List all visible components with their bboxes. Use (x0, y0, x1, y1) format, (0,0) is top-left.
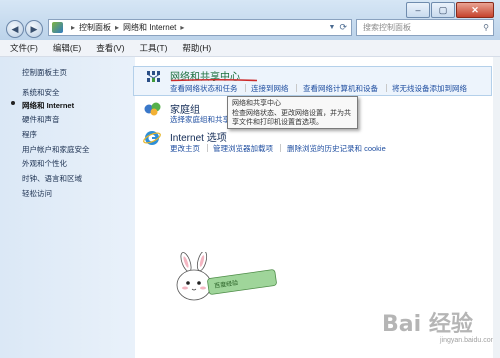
link-divider (207, 144, 208, 152)
menu-edit[interactable]: 编辑(E) (43, 42, 86, 54)
link-divider (386, 84, 387, 92)
breadcrumb-separator: ▸ (180, 23, 185, 32)
maximize-button[interactable]: ▢ (431, 2, 455, 18)
link-divider (280, 144, 281, 152)
breadcrumb-item-control-panel[interactable]: 控制面板 (79, 22, 111, 33)
sidebar-item-programs[interactable]: 程序 (22, 129, 37, 140)
sidebar-item-network-internet: 网络和 Internet (22, 101, 75, 110)
highlight-underline (170, 78, 258, 82)
link-delete-history[interactable]: 删除浏览的历史记录和 cookie (287, 143, 386, 154)
refresh-icon[interactable]: ⟳ (339, 22, 347, 33)
search-placeholder: 搜索控制面板 (363, 23, 411, 32)
baidu-watermark-url: jingyan.baidu.com (440, 337, 497, 344)
active-bullet-icon (11, 101, 15, 105)
breadcrumb-item-network-internet[interactable]: 网络和 Internet (123, 22, 176, 33)
rabbit-mascot-icon: 百度经验 (176, 252, 277, 301)
internet-explorer-icon (143, 131, 161, 145)
link-connect-network[interactable]: 连接到网络 (251, 83, 289, 94)
address-dropdown-icon[interactable]: ▼ (329, 24, 336, 31)
baidu-watermark: Bai 经验 (382, 312, 473, 337)
sidebar-item-ease-of-access[interactable]: 轻松访问 (22, 188, 52, 199)
title-bar: – ▢ ✕ ◀ ▶ ▸ 控制面板 ▸ 网络和 Internet ▸ ▼ ⟳ 搜索… (0, 0, 500, 40)
sidebar-item-system-security[interactable]: 系统和安全 (22, 87, 60, 98)
breadcrumb-separator: ▸ (71, 23, 76, 32)
tooltip-body: 检查网络状态、更改网络设置，并为共享文件和打印机设置首选项。 (232, 109, 351, 127)
link-change-homepage[interactable]: 更改主页 (170, 143, 200, 154)
link-view-network-status[interactable]: 查看网络状态和任务 (170, 83, 238, 94)
category-internet-title[interactable]: Internet 选项 (170, 129, 227, 144)
control-panel-window: – ▢ ✕ ◀ ▶ ▸ 控制面板 ▸ 网络和 Internet ▸ ▼ ⟳ 搜索… (0, 0, 500, 358)
tooltip: 网络和共享中心 检查网络状态、更改网络设置，并为共享文件和打印机设置首选项。 (227, 96, 358, 129)
back-button[interactable]: ◀ (6, 20, 24, 38)
homegroup-icon (144, 102, 161, 116)
minimize-button[interactable]: – (406, 2, 430, 18)
address-bar[interactable]: ▸ 控制面板 ▸ 网络和 Internet ▸ ▼ ⟳ (48, 19, 352, 36)
search-icon[interactable]: ⚲ (483, 23, 489, 32)
sidebar-item-clock-language[interactable]: 时钟、语言和区域 (22, 173, 82, 184)
link-divider (296, 84, 297, 92)
tooltip-title: 网络和共享中心 (232, 100, 281, 107)
menu-tools[interactable]: 工具(T) (130, 42, 173, 54)
sidebar-item-hardware-sound[interactable]: 硬件和声音 (22, 114, 60, 125)
search-input[interactable]: 搜索控制面板 ⚲ (356, 19, 494, 36)
vertical-scrollbar[interactable] (493, 57, 500, 358)
network-sharing-icon (147, 71, 160, 82)
menu-file[interactable]: 文件(F) (0, 42, 43, 54)
sidebar-item-user-accounts[interactable]: 用户帐户和家庭安全 (22, 144, 90, 155)
forward-button[interactable]: ▶ (25, 20, 43, 38)
close-button[interactable]: ✕ (456, 2, 494, 18)
link-view-network-computers[interactable]: 查看网络计算机和设备 (303, 83, 378, 94)
link-add-wireless-device[interactable]: 将无线设备添加到网络 (392, 83, 467, 94)
link-manage-addons[interactable]: 管理浏览器加载项 (213, 143, 273, 154)
menu-help[interactable]: 帮助(H) (172, 42, 216, 54)
sidebar-item-appearance[interactable]: 外观和个性化 (22, 158, 67, 169)
sidebar-item-home[interactable]: 控制面板主页 (22, 67, 67, 78)
menu-bar: 文件(F) 编辑(E) 查看(V) 工具(T) 帮助(H) (0, 40, 500, 57)
breadcrumb-separator: ▸ (115, 23, 120, 32)
menu-view[interactable]: 查看(V) (86, 42, 129, 54)
link-divider (245, 84, 246, 92)
control-panel-icon (52, 22, 63, 33)
window-controls: – ▢ ✕ (405, 2, 494, 18)
